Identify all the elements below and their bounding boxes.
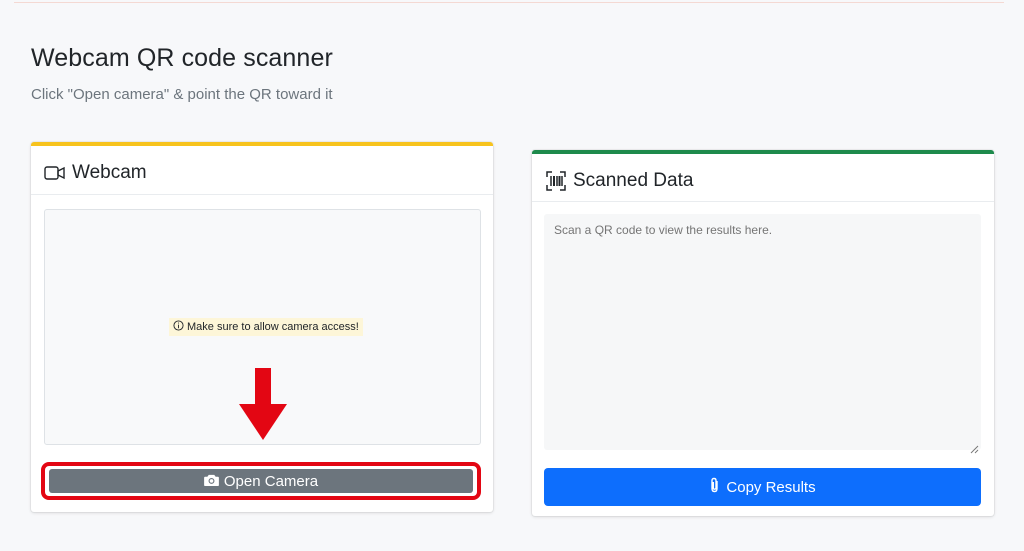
camera-access-notice-text: Make sure to allow camera access! bbox=[187, 321, 359, 333]
copy-results-label: Copy Results bbox=[726, 478, 816, 496]
copy-results-button[interactable]: Copy Results bbox=[544, 468, 981, 506]
webcam-card-divider bbox=[31, 194, 493, 195]
scanned-card-header: Scanned Data bbox=[545, 170, 693, 192]
open-camera-highlight: Open Camera bbox=[41, 462, 481, 500]
info-circle-icon bbox=[173, 320, 184, 334]
page-title: Webcam QR code scanner bbox=[31, 44, 333, 72]
scanned-data-card: Scanned Data Copy Results bbox=[532, 150, 994, 516]
camera-access-notice: Make sure to allow camera access! bbox=[169, 318, 363, 336]
open-camera-label: Open Camera bbox=[223, 472, 319, 490]
scanned-results-textarea[interactable] bbox=[544, 214, 981, 450]
webcam-card: Webcam Make sure to allow camera access! bbox=[31, 142, 493, 512]
open-camera-button[interactable]: Open Camera bbox=[49, 469, 473, 493]
scanned-card-title: Scanned Data bbox=[573, 170, 694, 191]
webcam-card-header: Webcam bbox=[44, 162, 147, 184]
webcam-card-title: Webcam bbox=[72, 162, 147, 183]
paperclip-icon bbox=[709, 477, 720, 497]
red-down-arrow-icon bbox=[239, 368, 287, 449]
barcode-scan-icon bbox=[545, 170, 567, 192]
video-camera-icon bbox=[44, 162, 66, 184]
camera-icon bbox=[204, 473, 219, 490]
top-rule bbox=[14, 2, 1004, 3]
scanned-card-divider bbox=[532, 201, 994, 202]
page-subtitle: Click "Open camera" & point the QR towar… bbox=[31, 86, 333, 103]
